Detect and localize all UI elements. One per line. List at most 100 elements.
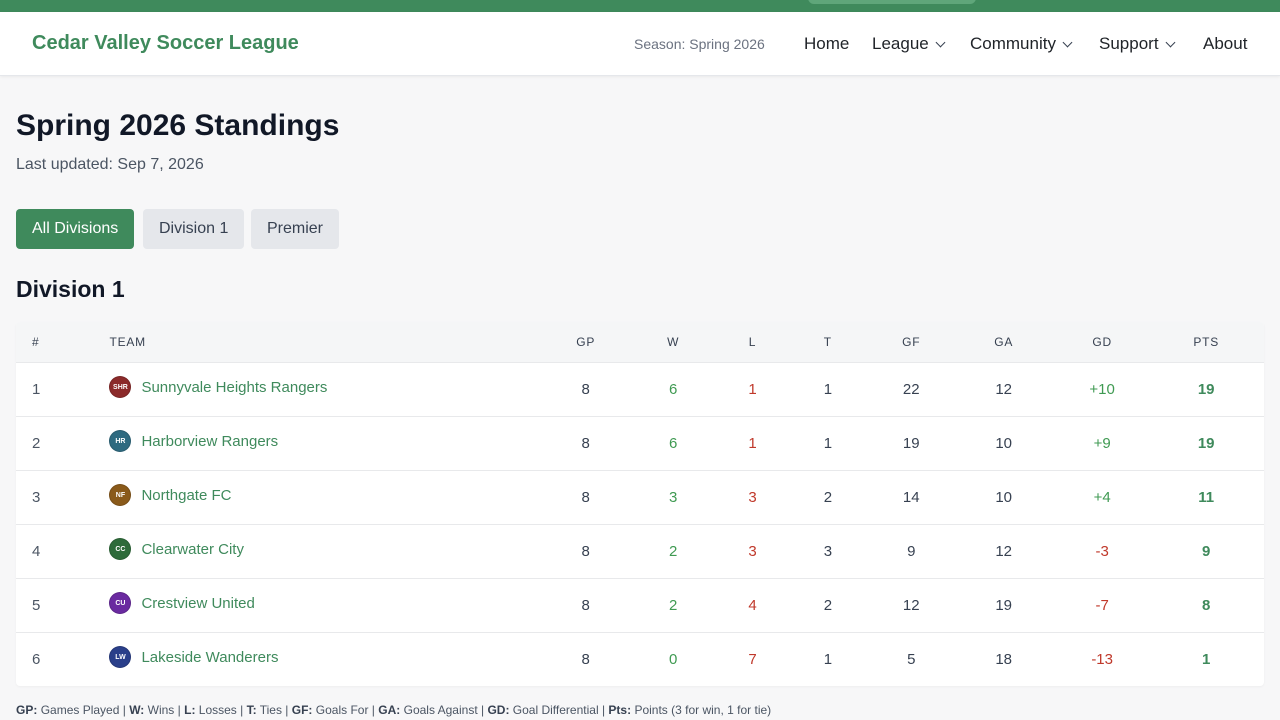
filter-premier-button[interactable]: Premier bbox=[251, 209, 340, 249]
header-l: L bbox=[748, 334, 757, 349]
ga-cell: 10 bbox=[995, 434, 1013, 452]
table-row: 3 NF Northgate FC 8 3 3 2 14 10 +4 11 bbox=[16, 470, 1264, 524]
gf-cell: 9 bbox=[907, 542, 916, 560]
pts-cell: 9 bbox=[1202, 542, 1211, 560]
t-cell: 1 bbox=[823, 380, 833, 398]
brand-link[interactable]: Cedar Valley Soccer League bbox=[32, 32, 299, 55]
top-accent-bar bbox=[0, 0, 1280, 12]
t-cell: 3 bbox=[823, 542, 833, 560]
ga-cell: 12 bbox=[995, 380, 1013, 398]
gd-cell: -3 bbox=[1095, 542, 1109, 560]
gp-cell: 8 bbox=[581, 488, 590, 506]
team-badge-icon: NF bbox=[109, 484, 132, 506]
table-row: 4 CC Clearwater City 8 2 3 3 9 12 -3 9 bbox=[16, 524, 1264, 578]
legend-value: Goals For bbox=[315, 703, 369, 717]
gf-cell: 22 bbox=[902, 380, 920, 398]
gd-cell: +10 bbox=[1089, 380, 1115, 398]
legend-key: GA: bbox=[378, 703, 401, 717]
legend-key: Pts: bbox=[608, 703, 632, 717]
rank-cell: 3 bbox=[32, 488, 41, 506]
gd-cell: -7 bbox=[1095, 596, 1109, 614]
gf-cell: 5 bbox=[907, 650, 916, 668]
pts-cell: 19 bbox=[1197, 434, 1215, 452]
pts-cell: 1 bbox=[1202, 650, 1211, 668]
header-w: W bbox=[667, 334, 680, 349]
ga-cell: 19 bbox=[995, 596, 1013, 614]
gd-cell: +9 bbox=[1093, 434, 1111, 452]
w-cell: 2 bbox=[668, 542, 678, 560]
top-accent-pill bbox=[808, 0, 976, 4]
legend-key: L: bbox=[184, 703, 196, 717]
l-cell: 3 bbox=[748, 488, 757, 506]
gd-cell: -13 bbox=[1091, 650, 1113, 668]
abbreviation-legend: GP: Games Played | W: Wins | L: Losses |… bbox=[16, 703, 772, 717]
header-gd: GD bbox=[1092, 334, 1112, 349]
legend-value: Goals Against bbox=[403, 703, 478, 717]
team-link[interactable]: Harborview Rangers bbox=[141, 433, 278, 450]
header-rank: # bbox=[32, 334, 40, 349]
standings-table: # TEAM GP W L T GF GA GD PTS 1 SHR Sunny… bbox=[16, 322, 1264, 686]
pts-cell: 11 bbox=[1198, 488, 1215, 506]
team-badge-icon: CU bbox=[109, 592, 132, 614]
l-cell: 3 bbox=[748, 542, 757, 560]
filter-all-divisions-button[interactable]: All Divisions bbox=[16, 209, 135, 249]
team-badge-icon: SHR bbox=[109, 376, 132, 398]
w-cell: 2 bbox=[668, 596, 678, 614]
nav-support-label: Support bbox=[1099, 34, 1159, 53]
header-gp: GP bbox=[576, 334, 596, 349]
gp-cell: 8 bbox=[581, 650, 590, 668]
last-updated: Last updated: Sep 7, 2026 bbox=[16, 156, 204, 173]
ga-cell: 10 bbox=[995, 488, 1013, 506]
legend-value: Points (3 for win, 1 for tie) bbox=[634, 703, 772, 717]
nav-support[interactable]: Support bbox=[1099, 34, 1175, 54]
table-row: 6 LW Lakeside Wanderers 8 0 7 1 5 18 -13… bbox=[16, 632, 1264, 686]
nav-community-label: Community bbox=[970, 34, 1056, 53]
chevron-down-icon bbox=[935, 37, 946, 47]
header-team: TEAM bbox=[109, 334, 146, 349]
legend-key: GD: bbox=[487, 703, 510, 717]
team-badge-icon: HR bbox=[109, 430, 132, 452]
chevron-down-icon bbox=[1062, 37, 1073, 47]
rank-cell: 2 bbox=[32, 434, 41, 452]
gp-cell: 8 bbox=[581, 380, 590, 398]
l-cell: 1 bbox=[748, 434, 757, 452]
legend-key: GP: bbox=[16, 703, 38, 717]
team-link[interactable]: Lakeside Wanderers bbox=[141, 649, 278, 666]
team-link[interactable]: Clearwater City bbox=[141, 541, 244, 558]
rank-cell: 4 bbox=[32, 542, 41, 560]
nav-home[interactable]: Home bbox=[804, 34, 849, 54]
legend-key: T: bbox=[246, 703, 257, 717]
team-badge-icon: LW bbox=[109, 646, 132, 669]
l-cell: 7 bbox=[748, 650, 757, 668]
legend-value: Losses bbox=[198, 703, 237, 717]
w-cell: 0 bbox=[668, 650, 678, 668]
rank-cell: 1 bbox=[32, 380, 41, 398]
t-cell: 2 bbox=[823, 488, 833, 506]
table-header-row: # TEAM GP W L T GF GA GD PTS bbox=[16, 322, 1264, 362]
table-row: 2 HR Harborview Rangers 8 6 1 1 19 10 +9… bbox=[16, 416, 1264, 470]
nav-about-label: About bbox=[1203, 34, 1248, 53]
t-cell: 2 bbox=[823, 596, 833, 614]
nav-about[interactable]: About bbox=[1203, 34, 1247, 54]
team-link[interactable]: Sunnyvale Heights Rangers bbox=[141, 379, 327, 396]
legend-key: W: bbox=[129, 703, 145, 717]
rank-cell: 6 bbox=[32, 650, 41, 668]
team-link[interactable]: Northgate FC bbox=[141, 487, 231, 504]
gf-cell: 19 bbox=[902, 434, 920, 452]
season-label: Season: Spring 2026 bbox=[634, 36, 765, 52]
team-badge-icon: CC bbox=[109, 538, 132, 560]
t-cell: 1 bbox=[823, 434, 833, 452]
filter-division-1-button[interactable]: Division 1 bbox=[143, 209, 245, 249]
nav-league[interactable]: League bbox=[872, 34, 946, 54]
nav-community[interactable]: Community bbox=[970, 34, 1073, 54]
gp-cell: 8 bbox=[581, 434, 590, 452]
rank-cell: 5 bbox=[32, 596, 41, 614]
legend-value: Wins bbox=[147, 703, 175, 717]
nav-home-label: Home bbox=[804, 34, 850, 53]
w-cell: 6 bbox=[668, 434, 678, 452]
team-link[interactable]: Crestview United bbox=[141, 595, 254, 612]
section-title: Division 1 bbox=[16, 276, 125, 302]
ga-cell: 18 bbox=[995, 650, 1013, 668]
pts-cell: 8 bbox=[1202, 596, 1211, 614]
page-title: Spring 2026 Standings bbox=[16, 109, 340, 142]
